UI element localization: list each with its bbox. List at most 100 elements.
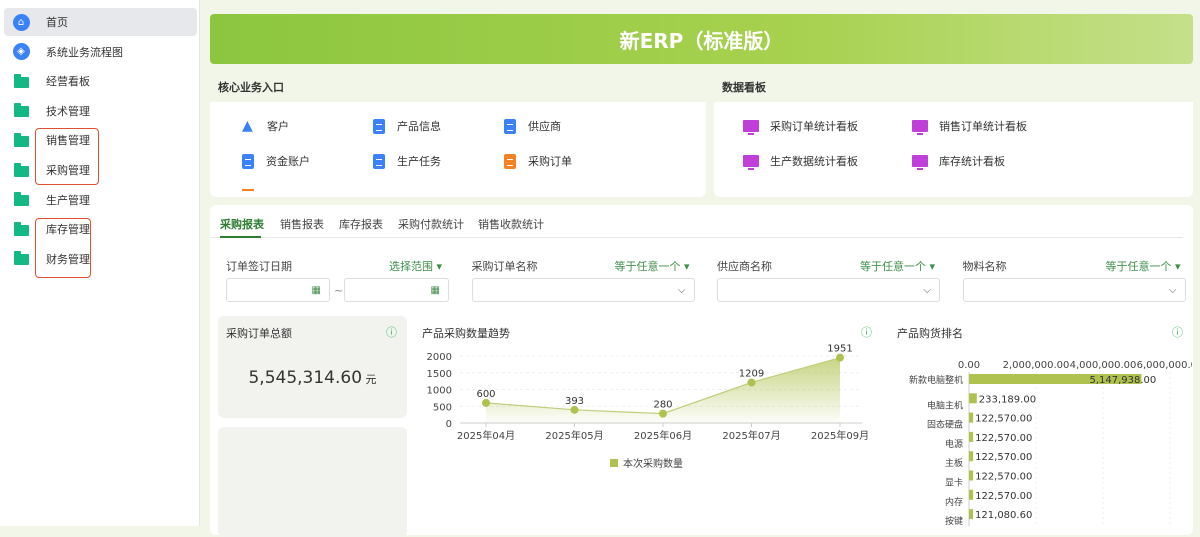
y-category-label: 电脑主机 bbox=[927, 399, 963, 411]
dashboard-entry[interactable]: 采购订单统计看板 bbox=[743, 118, 858, 135]
banner-title: 新ERP（标准版） bbox=[210, 14, 1193, 64]
doc-icon bbox=[242, 153, 254, 169]
folder-icon bbox=[12, 72, 30, 90]
folder-icon bbox=[12, 131, 30, 149]
data-label: 1209 bbox=[739, 368, 764, 379]
dashboard-entry[interactable]: 库存统计看板 bbox=[912, 153, 1005, 170]
folder-icon bbox=[12, 220, 30, 238]
range-separator: ~ bbox=[334, 284, 344, 297]
sidebar-item-label: 技术管理 bbox=[46, 104, 90, 118]
bar-value-label: 121,080.60 bbox=[975, 510, 1032, 521]
doc-icon bbox=[242, 189, 254, 191]
total-unit: 元 bbox=[365, 373, 377, 386]
y-tick-label: 0 bbox=[446, 419, 452, 430]
calendar-icon: ▦ bbox=[430, 284, 440, 296]
y-category-label: 新款电脑整机 bbox=[909, 374, 963, 386]
y-category-label: 主板 bbox=[945, 457, 963, 469]
data-label: 600 bbox=[476, 389, 495, 400]
core-entry[interactable]: 采购订单 bbox=[504, 153, 572, 169]
filter-select[interactable]: ⌵ bbox=[471, 278, 695, 302]
data-label: 393 bbox=[565, 396, 584, 407]
chevron-down-icon: ⌵ bbox=[923, 284, 931, 296]
data-label: 1951 bbox=[827, 344, 852, 355]
x-tick-label: 2025年05月 bbox=[545, 429, 603, 442]
folder-icon bbox=[12, 161, 30, 179]
tab[interactable]: 采购付款统计 bbox=[398, 216, 464, 232]
sidebar-item[interactable]: ⌂ 首页 bbox=[4, 8, 197, 36]
data-point bbox=[570, 405, 579, 414]
filter-select[interactable]: ⌵ bbox=[962, 278, 1186, 302]
sidebar-item-label: 系统业务流程图 bbox=[46, 45, 123, 59]
start-date-input[interactable]: ▦ bbox=[226, 278, 330, 302]
y-category-label: 内存 bbox=[945, 496, 963, 508]
operator-label: 等于任意一个 bbox=[614, 260, 681, 273]
info-icon[interactable]: ⓘ bbox=[861, 324, 872, 340]
data-point bbox=[747, 378, 756, 387]
doc-icon bbox=[373, 118, 385, 134]
core-entry[interactable]: 生产任务 bbox=[373, 153, 441, 169]
core-entry[interactable]: 供应商 bbox=[504, 118, 561, 134]
highlight-box bbox=[35, 128, 99, 185]
tab-divider bbox=[210, 237, 1183, 238]
operator-label: 等于任意一个 bbox=[1105, 260, 1172, 273]
total-title: 采购订单总额 bbox=[226, 327, 292, 340]
filter-operator-dropdown[interactable]: 等于任意一个 ▾ bbox=[860, 258, 935, 274]
total-value: 5,545,314.60 bbox=[248, 368, 363, 388]
sidebar-item-label: 经营看板 bbox=[46, 75, 90, 89]
entry-label: 生产数据统计看板 bbox=[770, 155, 858, 168]
sidebar-item[interactable]: 生产管理 bbox=[4, 186, 197, 214]
bar-chart-title: 产品购货排名 bbox=[897, 327, 963, 340]
dashboard-card: 数据看板 采购订单统计看板 销售订单统计看板生产数据统计看板 库存统计看板 bbox=[714, 72, 1193, 197]
filter-operator-dropdown[interactable]: 等于任意一个 ▾ bbox=[1106, 258, 1181, 274]
cube-icon: ◈ bbox=[12, 43, 30, 61]
sidebar-item[interactable]: 采购管理 bbox=[4, 156, 197, 184]
sidebar-item[interactable]: 技术管理 bbox=[4, 97, 197, 125]
info-icon[interactable]: ⓘ bbox=[1172, 324, 1183, 340]
legend-swatch bbox=[610, 459, 618, 467]
card-title: 核心业务入口 bbox=[210, 72, 706, 102]
entry-label: 产品信息 bbox=[397, 120, 441, 133]
sidebar-item[interactable]: 经营看板 bbox=[4, 67, 197, 95]
info-icon[interactable]: ⓘ bbox=[386, 324, 397, 340]
x-tick-label: 6,000,000.00 bbox=[1137, 360, 1192, 371]
entry-label: 生产任务 bbox=[397, 155, 441, 168]
y-tick-label: 500 bbox=[433, 402, 452, 413]
line-chart-title: 产品采购数量趋势 bbox=[422, 327, 510, 340]
y-tick-label: 1000 bbox=[427, 386, 452, 397]
filter-operator-dropdown[interactable]: 选择范围 ▾ bbox=[389, 258, 442, 274]
tab[interactable]: 销售报表 bbox=[280, 216, 324, 232]
filter-select[interactable]: ⌵ bbox=[717, 278, 940, 302]
entry-label: 库存统计看板 bbox=[939, 155, 1005, 168]
doc-icon bbox=[504, 153, 516, 169]
card-title: 数据看板 bbox=[714, 72, 1193, 102]
core-entry[interactable]: 产品信息 bbox=[373, 118, 441, 134]
end-date-input[interactable]: ▦ bbox=[344, 278, 449, 302]
doc-icon bbox=[504, 118, 516, 134]
dashboard-entry[interactable]: 销售订单统计看板 bbox=[912, 118, 1027, 135]
sidebar-item[interactable]: 财务管理 bbox=[4, 245, 197, 273]
dashboard-entry[interactable]: 生产数据统计看板 bbox=[743, 153, 858, 170]
bar bbox=[969, 431, 974, 442]
filter-label: 采购订单名称 bbox=[471, 260, 538, 273]
sidebar-item[interactable]: 库存管理 bbox=[4, 215, 197, 243]
sidebar-item[interactable]: ◈ 系统业务流程图 bbox=[4, 38, 197, 66]
bar-value-label: 122,570.00 bbox=[975, 491, 1032, 502]
tab[interactable]: 销售收款统计 bbox=[478, 216, 544, 232]
core-entry[interactable]: 资金账户 bbox=[242, 153, 310, 169]
data-point bbox=[836, 353, 844, 362]
filter-label: 物料名称 bbox=[962, 260, 1007, 273]
tab[interactable]: 采购报表 bbox=[220, 216, 264, 232]
core-entry[interactable]: ▲ 客户 bbox=[242, 118, 289, 134]
calendar-icon: ▦ bbox=[311, 284, 321, 296]
placeholder-card bbox=[218, 427, 407, 537]
data-label: 280 bbox=[653, 400, 672, 411]
filter-operator-dropdown[interactable]: 等于任意一个 ▾ bbox=[615, 258, 690, 274]
y-category-label: 固态硬盘 bbox=[927, 419, 963, 431]
filter-label: 供应商名称 bbox=[717, 260, 772, 273]
x-tick-label: 2025年09月 bbox=[811, 429, 869, 442]
y-tick-label: 1500 bbox=[427, 369, 452, 380]
doc-icon bbox=[373, 153, 385, 169]
sidebar-item[interactable]: 销售管理 bbox=[4, 126, 197, 154]
tab[interactable]: 库存报表 bbox=[339, 216, 383, 232]
x-tick-label: 2025年06月 bbox=[634, 429, 692, 442]
